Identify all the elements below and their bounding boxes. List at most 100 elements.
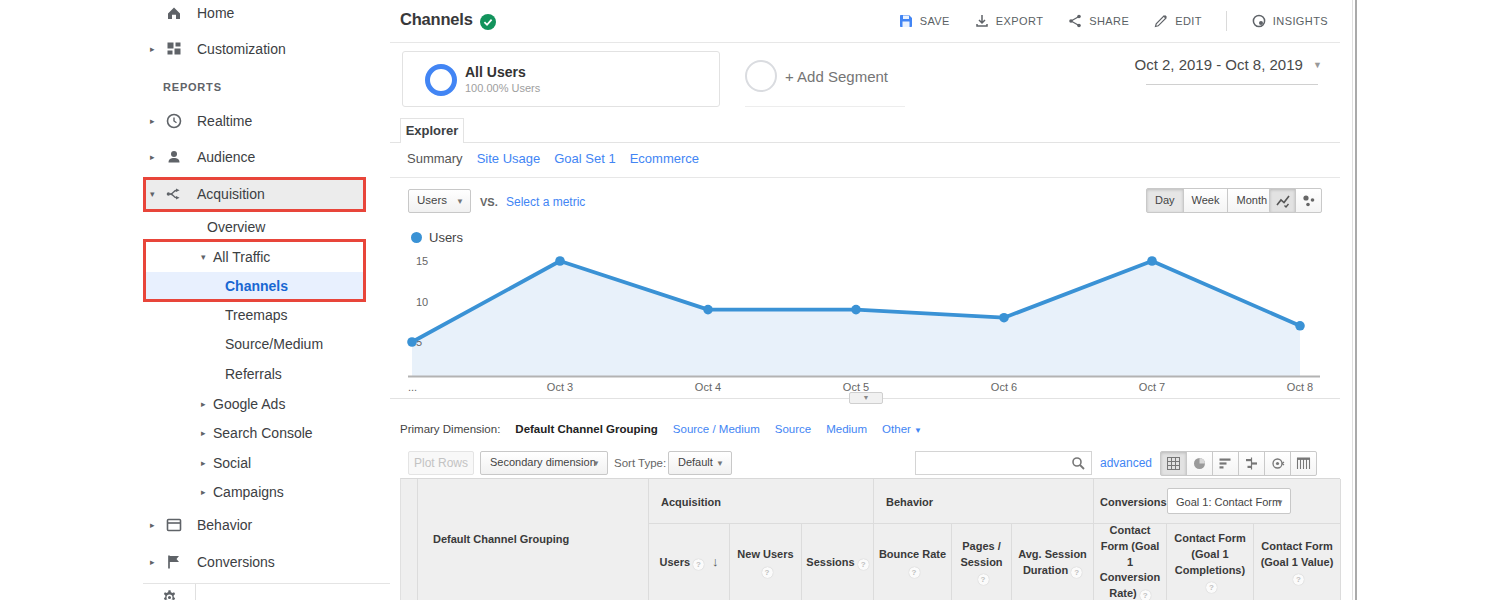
caret-right-icon[interactable]: ▸	[150, 143, 155, 171]
caret-right-icon[interactable]: ▸	[150, 107, 155, 135]
caret-right-icon[interactable]: ▸	[150, 548, 155, 576]
sidebar-item-campaigns[interactable]: ▸Campaigns	[146, 478, 363, 506]
caret-down-icon[interactable]: ▾	[150, 180, 155, 208]
sort-type-dropdown[interactable]: Default ▼	[668, 451, 732, 475]
add-segment-label: + Add Segment	[785, 68, 888, 85]
column-header-bounce-rate[interactable]: Bounce Rate?	[874, 524, 952, 600]
sidebar-item-search-console[interactable]: ▸Search Console	[146, 419, 363, 447]
sidebar-item-source-medium[interactable]: Source/Medium	[146, 330, 363, 358]
sort-descending-icon[interactable]: ↓	[712, 554, 719, 569]
caret-right-icon[interactable]: ▸	[201, 390, 206, 418]
sidebar-item-treemaps[interactable]: Treemaps	[146, 301, 363, 329]
sidebar-item-social[interactable]: ▸Social	[146, 449, 363, 477]
dimension-link-source-medium[interactable]: Source / Medium	[673, 423, 760, 435]
performance-view-button[interactable]	[1212, 451, 1239, 476]
insights-icon	[1251, 13, 1267, 29]
pivot-view-icon	[1296, 456, 1311, 471]
granularity-day-button[interactable]: Day	[1146, 188, 1184, 213]
sidebar-item-behavior[interactable]: ▸Behavior	[146, 511, 363, 539]
caret-right-icon[interactable]: ▸	[201, 419, 206, 447]
help-icon[interactable]: ?	[909, 567, 920, 578]
scrollbar[interactable]	[1355, 0, 1357, 600]
line-chart-icon	[1275, 193, 1291, 209]
save-button[interactable]: SAVE	[898, 13, 950, 29]
help-icon[interactable]: ?	[1071, 567, 1082, 578]
subtab-summary[interactable]: Summary	[407, 151, 463, 166]
line-chart-toggle[interactable]	[1269, 188, 1296, 213]
dimension-other-dropdown[interactable]: Other ▼	[882, 423, 922, 435]
dimension-column-header[interactable]: Default Channel Grouping	[418, 479, 649, 600]
table-search-input[interactable]	[915, 451, 1092, 475]
column-header-sessions[interactable]: Sessions?	[802, 524, 874, 600]
caret-right-icon[interactable]: ▸	[150, 511, 155, 539]
sidebar-bottom-divider	[143, 583, 390, 584]
column-header-users[interactable]: Users?↓	[649, 524, 730, 600]
advanced-search-link[interactable]: advanced	[1100, 456, 1152, 470]
help-icon[interactable]: ?	[858, 559, 869, 570]
tab-explorer[interactable]: Explorer	[400, 118, 464, 143]
subtab-site-usage[interactable]: Site Usage	[477, 151, 541, 166]
subtab-goal-set-1[interactable]: Goal Set 1	[554, 151, 615, 166]
add-segment-button[interactable]: + Add Segment	[745, 60, 915, 94]
segment-card-all-users[interactable]: All Users 100.00% Users	[402, 51, 720, 107]
column-header-avg-session-duration[interactable]: Avg. Session Duration?	[1012, 524, 1094, 600]
admin-gear-icon[interactable]	[161, 589, 179, 600]
page-title: Channels	[400, 10, 473, 29]
motion-chart-toggle[interactable]	[1295, 188, 1322, 213]
share-button[interactable]: SHARE	[1067, 13, 1129, 29]
select-metric-link[interactable]: Select a metric	[506, 195, 585, 209]
subtabs-divider	[390, 177, 1340, 178]
comparison-view-button[interactable]	[1238, 451, 1265, 476]
sidebar-item-realtime[interactable]: ▸Realtime	[146, 107, 363, 135]
export-button[interactable]: EXPORT	[974, 13, 1043, 29]
pivot-view-button[interactable]	[1290, 451, 1317, 476]
date-range-selector[interactable]: Oct 2, 2019 - Oct 8, 2019 ▼	[1110, 56, 1322, 73]
customization-icon	[165, 40, 183, 58]
conversions-icon	[165, 553, 183, 571]
sidebar-item-conversions[interactable]: ▸Conversions	[146, 548, 363, 576]
edit-button[interactable]: EDIT	[1153, 13, 1202, 29]
realtime-icon	[165, 112, 183, 130]
goal-selector-dropdown[interactable]: Goal 1: Contact Form▼	[1167, 488, 1291, 514]
sidebar-item-home[interactable]: Home	[146, 0, 363, 27]
primary-dimension-bar: Primary Dimension:Default Channel Groupi…	[400, 423, 922, 435]
percentage-view-button[interactable]	[1186, 451, 1213, 476]
sidebar-item-all-traffic[interactable]: ▾All Traffic	[146, 243, 363, 271]
save-icon	[898, 13, 914, 29]
sidebar-item-audience[interactable]: ▸Audience	[146, 143, 363, 171]
help-icon[interactable]: ?	[693, 559, 704, 570]
help-icon[interactable]: ?	[978, 574, 989, 585]
column-header-new-users[interactable]: New Users?	[730, 524, 802, 600]
column-header-contact-form-goal-1-conversion-rate-[interactable]: Contact Form (Goal 1 Conversion Rate)?	[1094, 524, 1167, 600]
secondary-dimension-dropdown[interactable]: Secondary dimension ▼	[480, 451, 608, 475]
caret-down-icon[interactable]: ▾	[201, 243, 206, 271]
dimension-link-medium[interactable]: Medium	[826, 423, 867, 435]
caret-right-icon[interactable]: ▸	[150, 35, 155, 63]
column-header-contact-form-goal-1-value-[interactable]: Contact Form (Goal 1 Value)?	[1254, 524, 1341, 600]
granularity-week-button[interactable]: Week	[1183, 188, 1229, 213]
sidebar-item-reports: REPORTS	[146, 73, 363, 101]
subtab-ecommerce[interactable]: Ecommerce	[630, 151, 699, 166]
dimension-link-source[interactable]: Source	[775, 423, 811, 435]
help-icon[interactable]: ?	[1206, 582, 1217, 593]
sidebar-item-customization[interactable]: ▸Customization	[146, 35, 363, 63]
column-header-contact-form-goal-1-completions-[interactable]: Contact Form (Goal 1 Completions)?	[1167, 524, 1254, 600]
sidebar-item-google-ads[interactable]: ▸Google Ads	[146, 390, 363, 418]
help-icon[interactable]: ?	[1140, 590, 1151, 600]
primary-dimension-selected[interactable]: Default Channel Grouping	[515, 423, 657, 435]
sidebar-item-channels[interactable]: Channels	[146, 272, 363, 300]
column-header-pages-session[interactable]: Pages / Session?	[952, 524, 1012, 600]
term-cloud-button[interactable]	[1264, 451, 1291, 476]
table-view-button[interactable]	[1160, 451, 1187, 476]
sidebar-item-overview[interactable]: Overview	[146, 213, 363, 241]
insights-button[interactable]: INSIGHTS	[1251, 13, 1328, 29]
metric-dropdown[interactable]: Users ▼	[408, 189, 471, 213]
help-icon[interactable]: ?	[762, 567, 773, 578]
caret-right-icon[interactable]: ▸	[201, 449, 206, 477]
chart-expand-handle[interactable]: ▼	[849, 392, 883, 404]
plot-rows-button[interactable]: Plot Rows	[408, 451, 474, 475]
sidebar-item-acquisition[interactable]: ▾Acquisition	[146, 180, 363, 209]
sidebar-item-referrals[interactable]: Referrals	[146, 360, 363, 388]
caret-right-icon[interactable]: ▸	[201, 478, 206, 506]
help-icon[interactable]: ?	[1293, 574, 1304, 585]
